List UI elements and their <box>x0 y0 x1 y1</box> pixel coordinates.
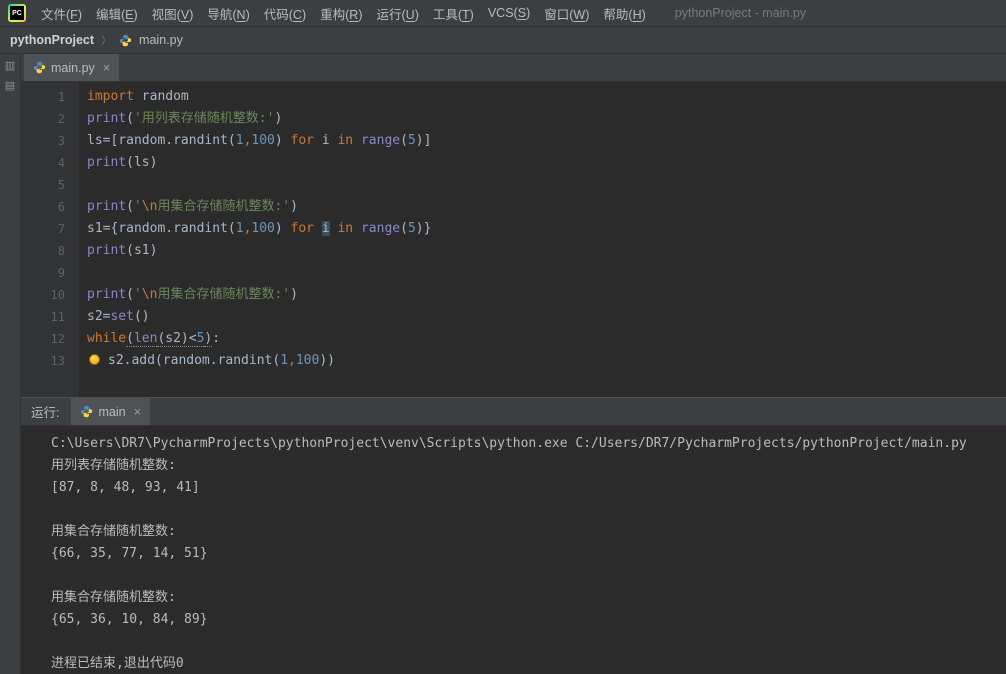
pycharm-logo-text: PC <box>10 6 24 20</box>
menu-item-r[interactable]: 重构(R) <box>313 4 369 23</box>
line-number[interactable]: 5 <box>21 174 65 196</box>
window-title: pythonProject - main.py <box>674 6 807 20</box>
console-line: 用集合存储随机整数: <box>51 590 176 605</box>
python-file-icon <box>119 34 132 47</box>
run-tab-main[interactable]: main × <box>71 398 151 425</box>
tab-label: main.py <box>51 60 95 75</box>
run-header: 运行: main × <box>21 398 1006 426</box>
code-line: ls=[random.randint(1,100) for i in range… <box>87 133 432 148</box>
line-number[interactable]: 8 <box>21 240 65 262</box>
menu-bar: PC 文件(F) 编辑(E) 视图(V) 导航(N) 代码(C) 重构(R) 运行(U) 工具… <box>0 0 1006 27</box>
console-line: {66, 35, 77, 14, 51} <box>51 546 208 561</box>
menu-item-n[interactable]: 导航(N) <box>200 4 256 23</box>
breadcrumb-file[interactable]: main.py <box>139 33 183 47</box>
chevron-right-icon: 〉 <box>101 35 113 47</box>
console-line: 进程已结束,退出代码0 <box>51 656 184 671</box>
folder-tool-window-icon[interactable]: ▤ <box>5 81 15 92</box>
tool-window-bar: ▥ ▤ <box>0 54 21 674</box>
pycharm-window: PC 文件(F) 编辑(E) 视图(V) 导航(N) 代码(C) 重构(R) 运行(U) 工具… <box>0 0 1006 674</box>
close-icon[interactable]: × <box>134 405 142 418</box>
editor-tab-bar: main.py × <box>21 54 1006 82</box>
intention-bulb-icon[interactable] <box>89 354 100 365</box>
code-line: print('\n用集合存储随机整数:') <box>87 199 298 214</box>
run-label: 运行: <box>31 406 60 420</box>
code-line: s2.add(random.randint(1,100)) <box>87 350 1006 372</box>
editor-column: main.py × 1 2 3 4 5 6 7 8 9 10 11 12 13 import rando… <box>21 54 1006 674</box>
console-line: 用列表存储随机整数: <box>51 458 176 473</box>
menu-item-s[interactable]: VCS(S) <box>481 6 537 20</box>
code-line: while(len(s2)<5): <box>87 331 221 347</box>
line-number[interactable]: 11 <box>21 306 65 328</box>
line-number[interactable]: 6 <box>21 196 65 218</box>
menu-item-t[interactable]: 工具(T) <box>426 4 481 23</box>
menu-item-e[interactable]: 编辑(E) <box>89 4 145 23</box>
code-editor[interactable]: 1 2 3 4 5 6 7 8 9 10 11 12 13 import random print('用列… <box>21 82 1006 397</box>
code-lines[interactable]: import random print('用列表存储随机整数:') ls=[rand… <box>79 82 1006 397</box>
tab-main-py[interactable]: main.py × <box>24 54 120 81</box>
console-line: [87, 8, 48, 93, 41] <box>51 480 200 495</box>
menu-list: 文件(F) 编辑(E) 视图(V) 导航(N) 代码(C) 重构(R) 运行(U) 工具(T)… <box>34 4 653 23</box>
line-number[interactable]: 13 <box>21 350 65 372</box>
code-line: print(s1) <box>87 243 158 258</box>
code-line: print(ls) <box>87 155 158 170</box>
console-line: C:\Users\DR7\PycharmProjects\pythonProje… <box>51 436 967 451</box>
code-line: print('用列表存储随机整数:') <box>87 111 283 126</box>
close-icon[interactable]: × <box>103 61 111 74</box>
python-file-icon <box>80 405 93 418</box>
breadcrumb: pythonProject 〉 main.py <box>0 27 1006 54</box>
menu-item-w[interactable]: 窗口(W) <box>537 4 596 23</box>
menu-item-v[interactable]: 视图(V) <box>145 4 201 23</box>
project-tool-window-icon[interactable]: ▥ <box>5 61 15 72</box>
run-console[interactable]: C:\Users\DR7\PycharmProjects\pythonProje… <box>21 426 1006 674</box>
breadcrumb-project[interactable]: pythonProject <box>10 33 94 47</box>
line-number[interactable]: 10 <box>21 284 65 306</box>
line-number[interactable]: 2 <box>21 108 65 130</box>
console-line: 用集合存储随机整数: <box>51 524 176 539</box>
code-line: s2=set() <box>87 309 150 324</box>
line-number[interactable]: 7 <box>21 218 65 240</box>
menu-item-u[interactable]: 运行(U) <box>369 4 425 23</box>
code-line: s1={random.randint(1,100) for i in range… <box>87 221 432 236</box>
menu-item-c[interactable]: 代码(C) <box>257 4 313 23</box>
run-tool-window: 运行: main × C:\Users\DR7\PycharmProjects\… <box>21 397 1006 674</box>
line-number[interactable]: 1 <box>21 86 65 108</box>
menu-item-f[interactable]: 文件(F) <box>34 4 89 23</box>
line-number[interactable]: 4 <box>21 152 65 174</box>
gutter[interactable]: 1 2 3 4 5 6 7 8 9 10 11 12 13 <box>21 82 79 397</box>
console-line: {65, 36, 10, 84, 89} <box>51 612 208 627</box>
menu-item-h[interactable]: 帮助(H) <box>596 4 652 23</box>
code-line: print('\n用集合存储随机整数:') <box>87 287 298 302</box>
line-number[interactable]: 9 <box>21 262 65 284</box>
main-content: ▥ ▤ main.py × 1 2 3 4 5 6 7 8 9 10 11 12 13 import r… <box>0 54 1006 674</box>
line-number[interactable]: 3 <box>21 130 65 152</box>
run-tab-label: main <box>98 404 126 419</box>
pycharm-logo-icon: PC <box>8 4 26 22</box>
code-line: import random <box>87 89 189 104</box>
line-number[interactable]: 12 <box>21 328 65 350</box>
python-file-icon <box>33 61 46 74</box>
